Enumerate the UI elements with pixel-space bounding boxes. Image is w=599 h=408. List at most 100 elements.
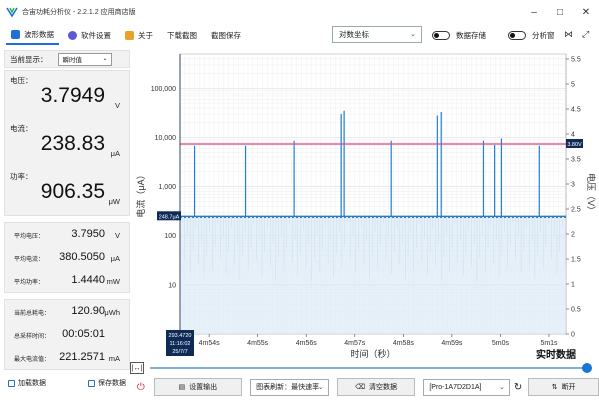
voltage-level-badge-label: 3.80V bbox=[567, 142, 582, 148]
y-right-tick-label: 1 bbox=[571, 282, 575, 289]
toolbar: 波形数据 软件设置 关于 下载截图 截图保存 对数坐标 ⌄ 数据存储 分析窗 ⋈… bbox=[0, 24, 599, 46]
refresh-rate-select[interactable]: 图表刷新：最快速率 ⌄ bbox=[250, 378, 329, 396]
data-persist-toggle[interactable] bbox=[432, 31, 450, 40]
refresh-icon[interactable]: ↻ bbox=[514, 382, 522, 393]
timeline-track[interactable] bbox=[150, 367, 588, 369]
cursor-readout-line: 11:16:02 bbox=[169, 341, 190, 347]
total-energy-unit: μWh bbox=[104, 308, 120, 317]
chevron-down-icon: ⌄ bbox=[410, 31, 416, 38]
avg-power-value: 1.4440 bbox=[71, 274, 105, 286]
tab-settings[interactable]: 软件设置 bbox=[63, 25, 116, 45]
y-right-tick-label: 1.5 bbox=[571, 257, 581, 264]
eraser-icon: ⌫ bbox=[355, 384, 365, 391]
x-tick-label: 4m58s bbox=[393, 340, 415, 347]
display-mode-value: 瞬时值 bbox=[62, 57, 83, 64]
avg-power-unit: mW bbox=[106, 277, 120, 286]
waveform-chart[interactable]: 100,000 10,000 1,000 100 10 5.5 5 4.5 4 3.5 3 2.5 2 1… bbox=[134, 50, 597, 368]
save-screenshot-button[interactable]: 截图保存 bbox=[206, 25, 246, 45]
save-data-label: 保存数据 bbox=[98, 380, 126, 387]
cursor-readout-line: 25/7/7 bbox=[172, 349, 187, 355]
coord-mode-select[interactable]: 对数坐标 ⌄ bbox=[332, 26, 422, 43]
current-display-label: 当前显示： bbox=[10, 54, 48, 64]
refresh-rate-value: 图表刷新：最快速率 bbox=[256, 384, 320, 391]
minimize-button[interactable]: – bbox=[521, 0, 547, 24]
waveform-icon bbox=[11, 29, 20, 39]
unplug-icon: ⇅ bbox=[551, 384, 558, 391]
avg-voltage-row: 平均电压： 3.7950 V bbox=[5, 223, 129, 246]
clear-data-button[interactable]: ⌫ 清空数据 bbox=[336, 378, 416, 396]
voltage-readout: 电压： 3.7949 V bbox=[5, 71, 129, 119]
power-readout: 功率： 906.35 μW bbox=[5, 167, 129, 215]
current-label: 电流： bbox=[10, 124, 33, 133]
download-screenshot-label: 下载截图 bbox=[167, 30, 197, 40]
split-window-label: 分析窗 bbox=[532, 31, 555, 40]
close-button[interactable]: ✕ bbox=[573, 0, 599, 24]
tab-waveform[interactable]: 波形数据 bbox=[6, 25, 59, 45]
data-file-buttons: 加载数据 保存数据 bbox=[4, 376, 130, 390]
y-right-tick-label: 0.5 bbox=[571, 307, 581, 314]
chevron-down-icon: ⌄ bbox=[499, 383, 505, 391]
avg-voltage-label: 平均电压： bbox=[14, 234, 45, 240]
y-right-tick-label: 3.5 bbox=[571, 157, 581, 164]
live-values-card: 电压： 3.7949 V 电流： 238.83 μA 功率： 906.35 μW bbox=[4, 70, 130, 216]
waveform-chart-svg: 100,00010,0001,000100105.554.543.532.521… bbox=[135, 53, 597, 361]
data-persist-label: 数据存储 bbox=[456, 31, 486, 40]
x-axis-title: 时间（秒） bbox=[350, 348, 395, 359]
timeline-knob[interactable] bbox=[582, 363, 592, 373]
voltage-unit: V bbox=[114, 101, 120, 110]
data-persist-toggle-group: 数据存储 bbox=[432, 30, 486, 41]
split-window-toggle[interactable] bbox=[508, 31, 526, 40]
settings-output-button[interactable]: ▤ 设置输出 bbox=[153, 378, 243, 396]
download-screenshot-button[interactable]: 下载截图 bbox=[162, 25, 202, 45]
save-screenshot-label: 截图保存 bbox=[211, 30, 241, 40]
chevron-down-icon: ⌄ bbox=[102, 55, 108, 62]
display-mode-select[interactable]: 瞬时值 ⌄ bbox=[57, 52, 112, 66]
title-bar: 合宙功耗分析仪 - 2.2.1.2 应用商店版 – □ ✕ bbox=[0, 0, 599, 24]
avg-power-label: 平均功率： bbox=[14, 280, 45, 286]
measurement-panel: 当前显示： 瞬时值 ⌄ 电压： 3.7949 V 电流： 238.83 μA 功… bbox=[4, 50, 130, 382]
expand-icon[interactable]: ⤢ bbox=[582, 29, 589, 40]
power-button[interactable]: ⏻ bbox=[132, 378, 150, 396]
averages-card: 平均电压： 3.7950 V 平均电流： 380.5050 μA 平均功率： 1… bbox=[4, 222, 130, 293]
y-right-tick-label: 3 bbox=[571, 182, 575, 189]
y-left-tick-label: 10,000 bbox=[155, 135, 177, 142]
current-unit: μA bbox=[110, 149, 120, 158]
total-energy-value: 120.90 bbox=[71, 305, 105, 317]
y-right-tick-label: 5 bbox=[571, 82, 575, 89]
load-icon bbox=[8, 379, 15, 387]
x-tick-label: 5m0s bbox=[492, 340, 510, 347]
current-readout: 电流： 238.83 μA bbox=[5, 119, 129, 167]
fit-view-button[interactable]: |↔| bbox=[130, 362, 144, 374]
voltage-value: 3.7949 bbox=[40, 84, 105, 107]
maximize-button[interactable]: □ bbox=[547, 0, 573, 24]
totals-card: 当前总耗电： 120.90 μWh 总采样时间： 00:05:01 最大电流值：… bbox=[4, 299, 130, 370]
save-icon bbox=[88, 379, 95, 387]
x-tick-label: 4m57s bbox=[344, 340, 366, 347]
save-data-button[interactable]: 保存数据 bbox=[84, 376, 130, 390]
y-left-tick-label: 1,000 bbox=[158, 184, 176, 191]
disconnect-button[interactable]: ⇅ 断开 bbox=[528, 378, 599, 396]
power-value: 906.35 bbox=[40, 180, 105, 203]
x-tick-label: 4m59s bbox=[441, 340, 463, 347]
pin-icon[interactable]: ⋈ bbox=[564, 29, 573, 40]
device-value: [Pro-1A7D2D1A] bbox=[429, 383, 482, 391]
y-right-tick-label: 4 bbox=[571, 132, 575, 139]
current-display-row: 当前显示： 瞬时值 ⌄ bbox=[4, 50, 130, 68]
y-left-tick-label: 100 bbox=[164, 233, 176, 240]
y-right-tick-label: 2.5 bbox=[571, 207, 581, 214]
avg-current-value: 380.5050 bbox=[59, 251, 105, 263]
window-title: 合宙功耗分析仪 - 2.2.1.2 应用商店版 bbox=[22, 9, 136, 16]
device-select[interactable]: [Pro-1A7D2D1A] ⌄ bbox=[423, 378, 510, 396]
sample-time-label: 总采样时间： bbox=[14, 334, 51, 340]
load-data-button[interactable]: 加载数据 bbox=[4, 376, 50, 390]
tab-about[interactable]: 关于 bbox=[120, 25, 158, 45]
sample-time-row: 总采样时间： 00:05:01 bbox=[5, 323, 129, 346]
info-icon bbox=[125, 30, 134, 40]
live-data-label: 实时数据 bbox=[536, 348, 576, 361]
avg-power-row: 平均功率： 1.4440 mW bbox=[5, 269, 129, 292]
chevron-down-icon: ⌄ bbox=[317, 383, 324, 391]
avg-current-row: 平均电流： 380.5050 μA bbox=[5, 246, 129, 269]
avg-current-label: 平均电流： bbox=[14, 257, 45, 263]
avg-current-unit: μA bbox=[110, 254, 120, 263]
x-tick-label: 5m1s bbox=[540, 340, 558, 347]
